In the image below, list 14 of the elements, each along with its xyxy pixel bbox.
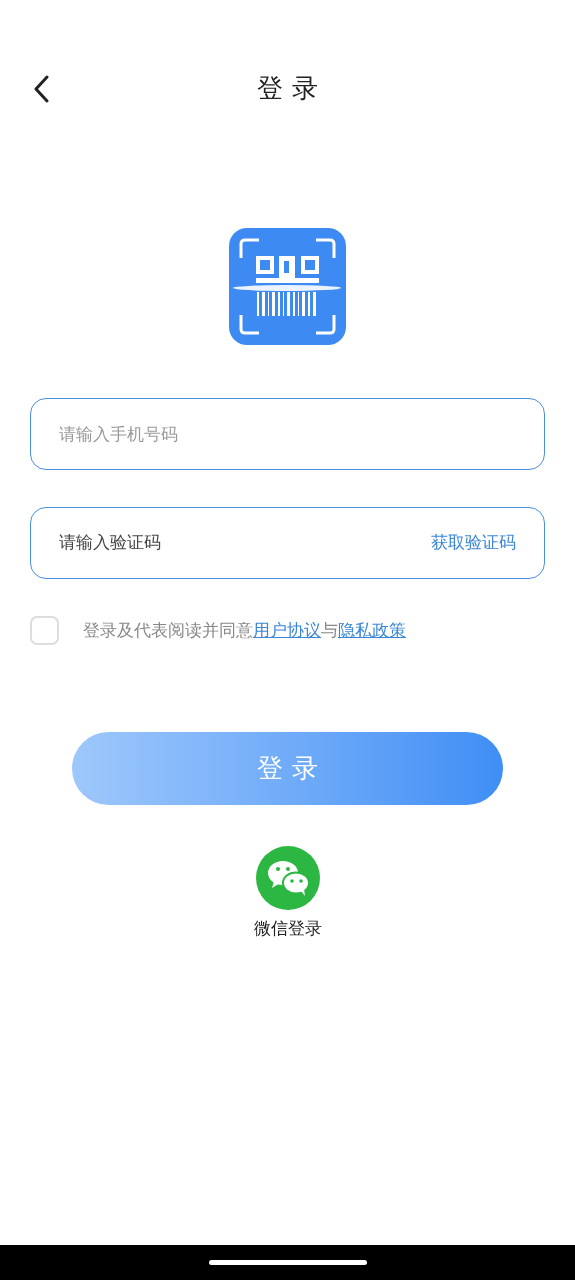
login-button[interactable]: 登 录 — [72, 732, 503, 805]
app-logo-icon — [229, 228, 346, 345]
phone-input-field[interactable]: 请输入手机号码 — [30, 398, 545, 470]
wechat-icon[interactable] — [255, 846, 320, 910]
home-handle[interactable] — [208, 1260, 367, 1265]
back-icon[interactable] — [32, 75, 50, 103]
get-code-link[interactable]: 获取验证码 — [431, 530, 516, 556]
page-title: 登 录 — [257, 71, 318, 105]
policy-link[interactable]: 用户协议 — [253, 619, 321, 640]
agreement-checkbox[interactable] — [30, 616, 59, 645]
wechat-login-label[interactable]: 微信登录 — [253, 916, 322, 942]
policy-link[interactable]: 隐私政策 — [338, 619, 406, 640]
agreement-text: 登录及代表阅读并同意用户协议与隐私政策 — [83, 618, 406, 642]
code-input-field[interactable]: 请输入验证码 获取验证码 — [30, 507, 545, 579]
